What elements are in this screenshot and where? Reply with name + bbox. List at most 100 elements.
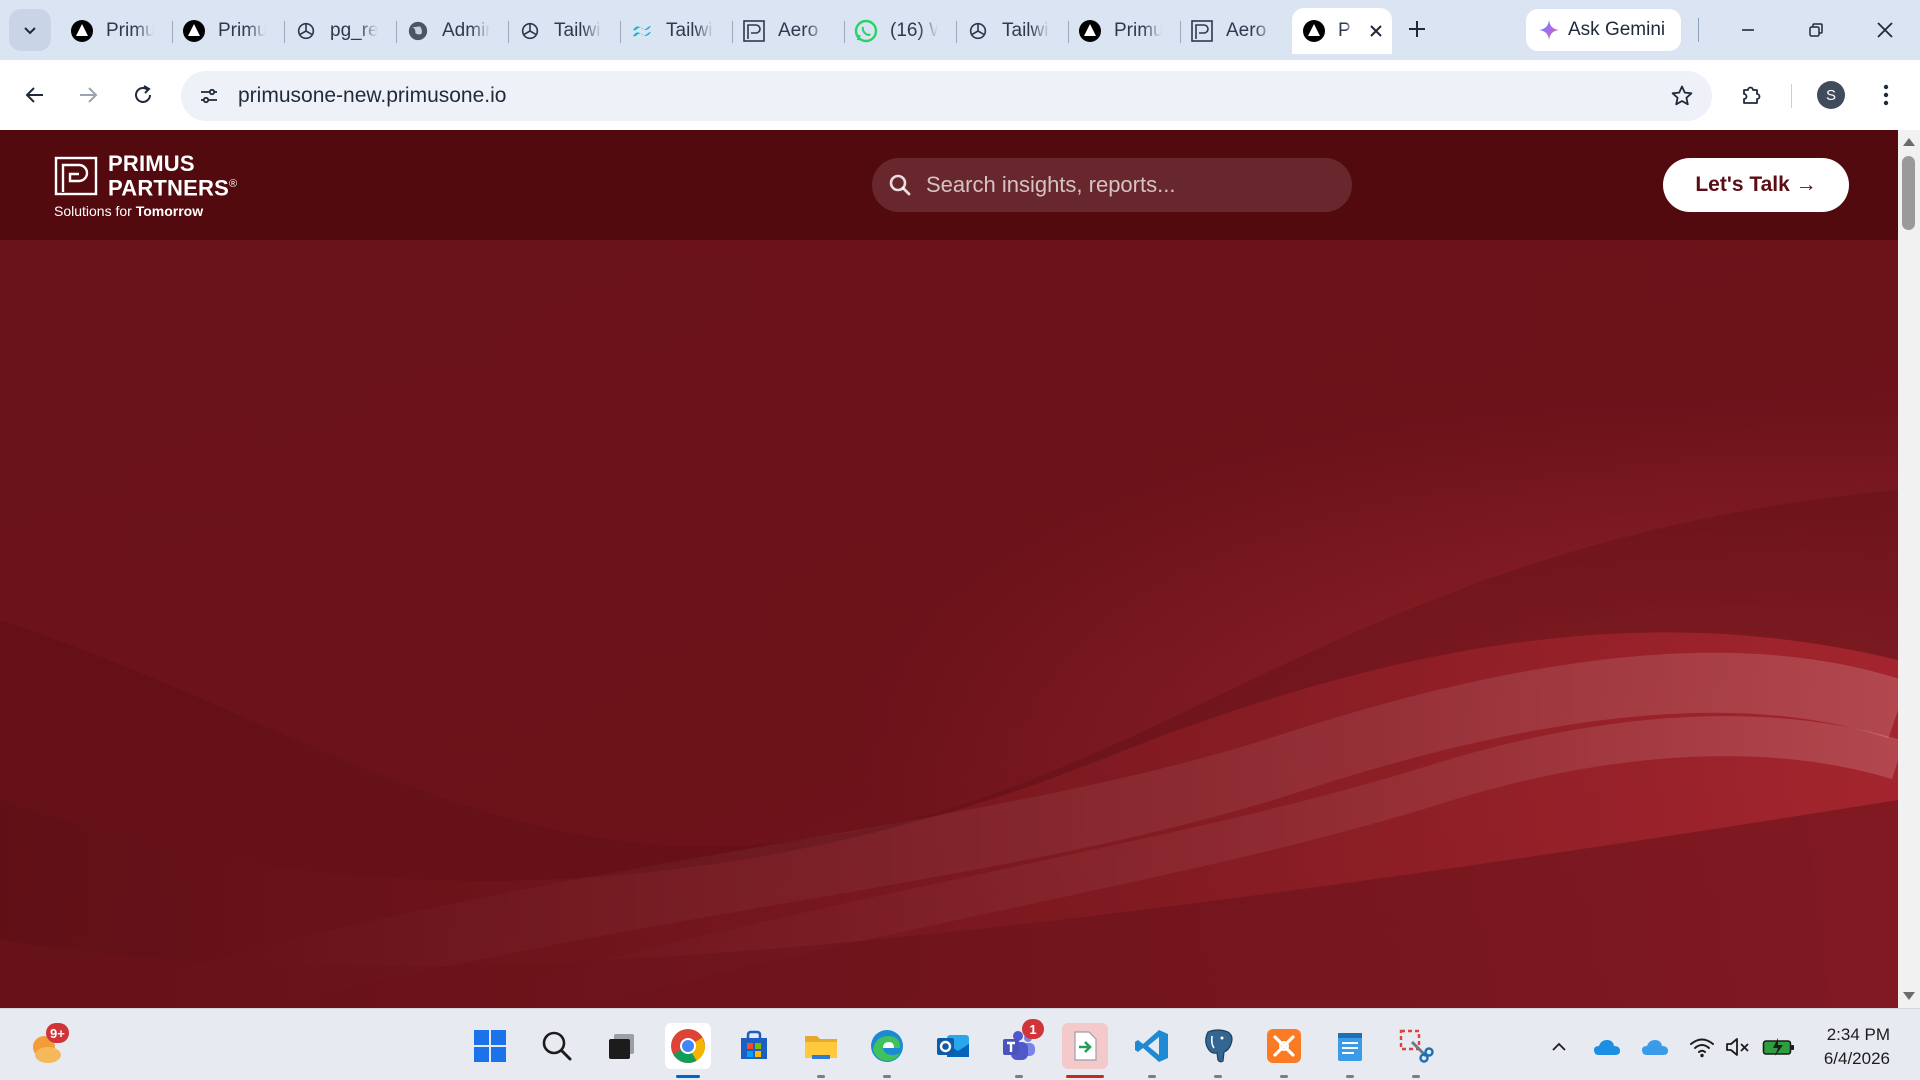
minimize-icon xyxy=(1742,29,1754,31)
outlook-taskbar-button[interactable] xyxy=(930,1023,976,1069)
url-text: primusone-new.primusone.io xyxy=(238,84,507,107)
site-search-input[interactable] xyxy=(926,172,1326,198)
back-button[interactable] xyxy=(15,75,55,115)
close-window-button[interactable] xyxy=(1865,10,1905,50)
tab-title: Admin xyxy=(442,20,490,41)
divider xyxy=(1698,18,1699,42)
show-hidden-icons-button[interactable] xyxy=(1545,1033,1573,1061)
profile-avatar[interactable]: S xyxy=(1817,81,1845,109)
active-indicator xyxy=(1066,1075,1104,1078)
running-indicator xyxy=(1412,1075,1420,1078)
browser-tab[interactable]: Primus xyxy=(172,8,284,54)
search-icon xyxy=(889,174,911,196)
browser-menu-button[interactable] xyxy=(1866,75,1906,115)
microsoft-store-icon xyxy=(741,1030,767,1059)
snipping-tool-taskbar-button[interactable] xyxy=(1393,1023,1439,1078)
logo-line-2: PARTNERS xyxy=(108,175,229,201)
close-icon xyxy=(1877,22,1893,38)
restore-button[interactable] xyxy=(1796,10,1836,50)
openai-icon xyxy=(518,19,542,43)
reload-button[interactable] xyxy=(123,75,163,115)
close-tab-icon[interactable] xyxy=(1366,21,1386,41)
browser-tab[interactable]: (16) WhatsApp xyxy=(844,8,956,54)
page-scrollbar[interactable] xyxy=(1898,130,1920,1008)
vscode-taskbar-button[interactable] xyxy=(1129,1023,1175,1078)
running-indicator xyxy=(1214,1075,1222,1078)
xampp-taskbar-button[interactable] xyxy=(1261,1023,1307,1078)
openai-icon xyxy=(294,19,318,43)
tab-list: Primus Primus pg_restore Admin Tailwind … xyxy=(60,8,1392,56)
registered-mark: ® xyxy=(228,178,238,190)
arrow-right-icon xyxy=(80,87,98,103)
scroll-thumb[interactable] xyxy=(1902,156,1915,230)
browser-tab[interactable]: Admin xyxy=(396,8,508,54)
minimize-button[interactable] xyxy=(1728,10,1768,50)
browser-tab[interactable]: Aero xyxy=(1180,8,1292,54)
browser-tab-active[interactable]: Primus xyxy=(1292,8,1392,54)
scroll-down-arrow-icon[interactable] xyxy=(1903,992,1915,1000)
store-taskbar-button[interactable] xyxy=(731,1023,777,1069)
wifi-icon[interactable] xyxy=(1688,1033,1716,1061)
browser-tab[interactable]: Tailwind xyxy=(956,8,1068,54)
site-search-box[interactable] xyxy=(872,158,1352,212)
tab-title: (16) WhatsApp xyxy=(890,20,938,41)
divider xyxy=(1791,84,1792,108)
chrome-taskbar-button[interactable] xyxy=(665,1023,711,1078)
browser-tab[interactable]: Primus xyxy=(60,8,172,54)
scroll-up-arrow-icon[interactable] xyxy=(1903,138,1915,146)
bookmark-star-icon[interactable] xyxy=(1666,80,1698,112)
browser-tab[interactable]: Tailwind xyxy=(508,8,620,54)
tab-title: Tailwind xyxy=(1002,20,1050,41)
teams-taskbar-button[interactable]: 1 xyxy=(996,1019,1044,1078)
tailwind-icon xyxy=(630,19,654,43)
system-clock[interactable]: 2:34 PM 6/4/2026 xyxy=(1810,1023,1890,1071)
restore-icon xyxy=(1809,23,1823,37)
lets-talk-button[interactable]: Let's Talk → xyxy=(1663,158,1849,212)
postgresql-elephant-icon xyxy=(1205,1029,1233,1063)
ask-gemini-button[interactable]: Ask Gemini xyxy=(1526,9,1682,51)
tab-title: Primus xyxy=(1338,20,1352,41)
address-bar[interactable]: primusone-new.primusone.io xyxy=(181,71,1712,121)
notepad-taskbar-button[interactable] xyxy=(1327,1023,1373,1078)
start-button[interactable] xyxy=(467,1023,513,1069)
site-header: PRIMUS PARTNERS® Solutions for Tomorrow … xyxy=(0,130,1898,240)
whatsapp-icon xyxy=(854,19,878,43)
tab-search-button[interactable] xyxy=(9,9,51,51)
primus-partners-logo[interactable]: PRIMUS PARTNERS® Solutions for Tomorrow xyxy=(54,153,238,220)
extensions-button[interactable] xyxy=(1732,75,1772,115)
forward-button[interactable] xyxy=(68,75,108,115)
search-icon xyxy=(542,1031,572,1061)
tab-title: Primus xyxy=(1114,20,1162,41)
postgresql-taskbar-button[interactable] xyxy=(1195,1023,1241,1078)
weather-widget[interactable]: 9+ xyxy=(26,1023,69,1067)
outlook-icon xyxy=(937,1035,969,1057)
file-explorer-taskbar-button[interactable] xyxy=(798,1023,844,1078)
taskbar-search-button[interactable] xyxy=(534,1023,580,1069)
kebab-menu-icon xyxy=(1883,84,1889,106)
onedrive-personal-tray-icon[interactable] xyxy=(1641,1033,1669,1061)
arrow-left-icon xyxy=(25,87,43,103)
task-view-button[interactable] xyxy=(599,1023,645,1069)
tab-title: Primus xyxy=(106,20,154,41)
globe-icon xyxy=(406,19,430,43)
powerautomate-taskbar-button[interactable] xyxy=(1062,1023,1108,1078)
notification-badge: 9+ xyxy=(46,1023,69,1043)
running-indicator xyxy=(1148,1075,1156,1078)
site-info-icon[interactable] xyxy=(193,80,225,112)
logo-tagline-prefix: Solutions for xyxy=(54,203,132,220)
browser-tab[interactable]: Primus xyxy=(1068,8,1180,54)
page-viewport: PRIMUS PARTNERS® Solutions for Tomorrow … xyxy=(0,130,1898,1008)
running-indicator xyxy=(1346,1075,1354,1078)
edge-taskbar-button[interactable] xyxy=(864,1023,910,1078)
volume-muted-icon[interactable] xyxy=(1724,1033,1752,1061)
primus-logo-icon xyxy=(1190,19,1214,43)
browser-tab[interactable]: pg_restore xyxy=(284,8,396,54)
onedrive-tray-icon[interactable] xyxy=(1593,1033,1621,1061)
browser-tab[interactable]: Aero xyxy=(732,8,844,54)
plus-icon xyxy=(1409,21,1425,37)
notepad-icon xyxy=(1338,1033,1362,1061)
gemini-sparkle-icon xyxy=(1538,19,1560,41)
new-tab-button[interactable] xyxy=(1399,11,1435,47)
browser-tab[interactable]: Tailwind xyxy=(620,8,732,54)
battery-charging-icon[interactable] xyxy=(1762,1033,1796,1061)
